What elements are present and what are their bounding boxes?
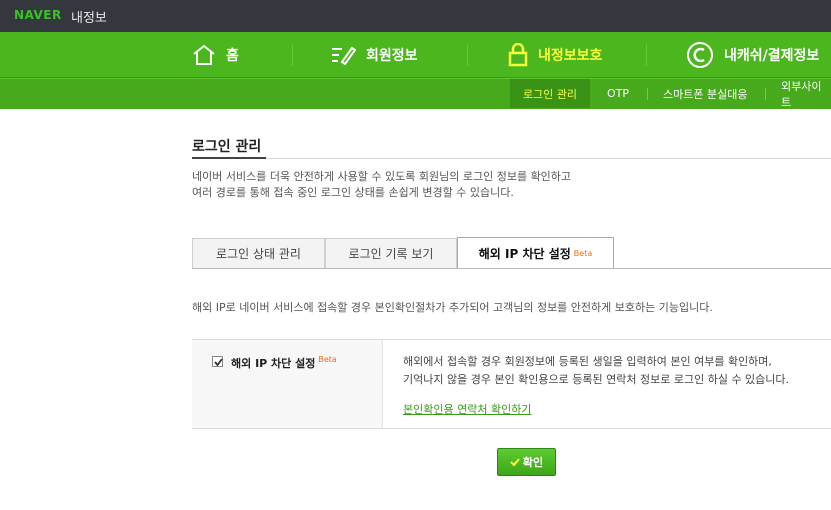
beta-badge: Beta bbox=[573, 249, 593, 258]
top-bar: NAVER 내정보 bbox=[0, 0, 831, 32]
tab-login-status-label: 로그인 상태 관리 bbox=[216, 247, 301, 261]
subnav-otp[interactable]: OTP bbox=[607, 79, 629, 108]
subnav-separator bbox=[765, 88, 766, 100]
setting-label: 해외 IP 차단 설정 Beta bbox=[231, 355, 337, 371]
sub-nav: 로그인 관리 OTP 스마트폰 분실대응 외부사이트 bbox=[0, 78, 831, 109]
check-icon bbox=[510, 458, 520, 467]
lock-icon bbox=[508, 42, 528, 66]
tab-overseas-ip-block-label: 해외 IP 차단 설정 bbox=[478, 247, 571, 261]
overseas-ip-block-checkbox[interactable] bbox=[212, 356, 223, 367]
page-description-line: 네이버 서비스를 더욱 안전하게 사용할 수 있도록 회원님의 로그인 정보를 … bbox=[192, 170, 572, 183]
nav-home[interactable]: 홈 bbox=[192, 32, 239, 77]
nav-member-info[interactable]: 회원정보 bbox=[330, 32, 418, 77]
title-rule bbox=[266, 158, 831, 159]
home-icon bbox=[193, 44, 215, 65]
setting-description-line: 기억나지 않을 경우 본인 확인용으로 등록된 연락처 정보로 로그인 하실 수… bbox=[403, 373, 790, 386]
tab-overseas-ip-block[interactable]: 해외 IP 차단 설정 Beta bbox=[457, 237, 614, 269]
subnav-separator bbox=[647, 88, 648, 100]
nav-cash-payment-label: 내캐쉬/결제정보 bbox=[724, 47, 820, 64]
service-title[interactable]: 내정보 bbox=[71, 7, 107, 26]
setting-label-cell: 해외 IP 차단 설정 Beta bbox=[192, 340, 383, 428]
nav-divider bbox=[292, 44, 293, 66]
setting-label-text: 해외 IP 차단 설정 bbox=[231, 357, 316, 370]
title-underline bbox=[192, 157, 266, 159]
confirm-button[interactable]: 확인 bbox=[497, 448, 556, 476]
main-nav: 홈 회원정보 내정보보호 내캐쉬/결제정보 bbox=[0, 32, 831, 78]
nav-home-label: 홈 bbox=[226, 47, 239, 64]
contact-check-link[interactable]: 본인확인용 연락처 확인하기 bbox=[403, 401, 531, 417]
subnav-external-sites[interactable]: 외부사이트 bbox=[781, 79, 831, 109]
page-description: 네이버 서비스를 더욱 안전하게 사용할 수 있도록 회원님의 로그인 정보를 … bbox=[192, 169, 571, 201]
subnav-phone-loss[interactable]: 스마트폰 분실대응 bbox=[663, 79, 747, 108]
beta-badge: Beta bbox=[318, 355, 337, 364]
subnav-external-sites-label: 외부사이트 bbox=[781, 79, 822, 109]
nav-cash-payment[interactable]: 내캐쉬/결제정보 bbox=[686, 32, 819, 77]
nav-member-info-label: 회원정보 bbox=[366, 47, 418, 64]
nav-privacy-protection[interactable]: 내정보보호 bbox=[508, 32, 602, 77]
page-title: 로그인 관리 bbox=[192, 139, 262, 155]
subnav-otp-label: OTP bbox=[607, 87, 630, 100]
nav-privacy-protection-label: 내정보보호 bbox=[538, 47, 603, 64]
page-description-line: 여러 경로를 통해 접속 중인 로그인 상태를 손쉽게 변경할 수 있습니다. bbox=[192, 186, 514, 199]
tab-login-status[interactable]: 로그인 상태 관리 bbox=[192, 238, 325, 268]
edit-icon bbox=[332, 46, 356, 65]
checkmark-icon bbox=[214, 358, 223, 367]
subnav-login-management-label: 로그인 관리 bbox=[522, 87, 578, 101]
nav-divider bbox=[646, 44, 647, 66]
tabs-baseline bbox=[192, 268, 831, 269]
setting-panel: 해외 IP 차단 설정 Beta 해외에서 접속할 경우 회원정보에 등록된 생일… bbox=[192, 339, 831, 429]
nav-divider bbox=[467, 44, 468, 66]
tab-login-history[interactable]: 로그인 기록 보기 bbox=[325, 238, 457, 268]
setting-description-line: 해외에서 접속할 경우 회원정보에 등록된 생일을 입력하여 본인 여부를 확인… bbox=[403, 355, 772, 368]
subnav-login-management[interactable]: 로그인 관리 bbox=[510, 79, 590, 108]
cash-icon bbox=[687, 41, 713, 68]
tab-login-history-label: 로그인 기록 보기 bbox=[348, 247, 434, 261]
naver-logo[interactable]: NAVER bbox=[14, 8, 62, 22]
confirm-button-label: 확인 bbox=[522, 456, 544, 469]
feature-intro: 해외 IP로 네이버 서비스에 접속할 경우 본인확인절차가 추가되어 고객님의… bbox=[192, 301, 713, 314]
subnav-phone-loss-label: 스마트폰 분실대응 bbox=[663, 87, 748, 101]
setting-description: 해외에서 접속할 경우 회원정보에 등록된 생일을 입력하여 본인 여부를 확인… bbox=[403, 353, 789, 389]
